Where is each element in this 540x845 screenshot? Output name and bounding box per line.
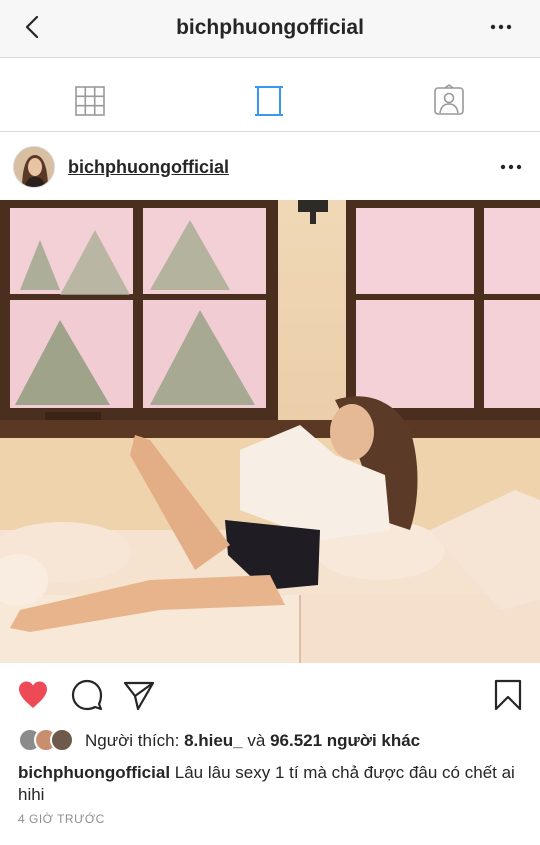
likes-summary[interactable]: Người thích: 8.hieu_ và 96.521 người khá…	[85, 731, 420, 751]
post-header: bichphuongofficial	[0, 140, 540, 200]
page-title: bichphuongofficial	[176, 16, 364, 39]
heart-icon[interactable]	[16, 678, 50, 712]
likes-prefix: Người thích:	[85, 731, 185, 750]
likes-row: Người thích: 8.hieu_ và 96.521 người khá…	[18, 728, 528, 754]
caption-username[interactable]: bichphuongofficial	[18, 763, 170, 782]
post-action-bar	[0, 672, 540, 720]
feed-icon[interactable]	[252, 84, 286, 118]
grid-icon[interactable]	[73, 84, 107, 118]
post-timestamp: 4 GIỜ TRƯỚC	[18, 812, 105, 826]
profile-view-tabs	[0, 72, 540, 132]
tagged-person-icon[interactable]	[432, 84, 466, 118]
comment-icon[interactable]	[70, 678, 104, 712]
likes-count[interactable]: 96.521 người khác	[270, 731, 420, 750]
liker-avatar[interactable]	[50, 728, 74, 752]
send-icon[interactable]	[122, 678, 156, 712]
post-username[interactable]: bichphuongofficial	[68, 157, 229, 178]
bookmark-icon[interactable]	[491, 678, 525, 712]
avatar[interactable]	[13, 146, 55, 188]
liker-username[interactable]: 8.hieu_	[184, 731, 243, 750]
more-horizontal-icon[interactable]	[488, 14, 514, 40]
post-caption: bichphuongofficial Lâu lâu sexy 1 tí mà …	[18, 762, 518, 806]
more-horizontal-icon[interactable]	[498, 154, 524, 180]
likes-connector: và	[242, 731, 271, 750]
post-photo[interactable]	[0, 200, 540, 663]
top-bar: bichphuongofficial	[0, 0, 540, 58]
